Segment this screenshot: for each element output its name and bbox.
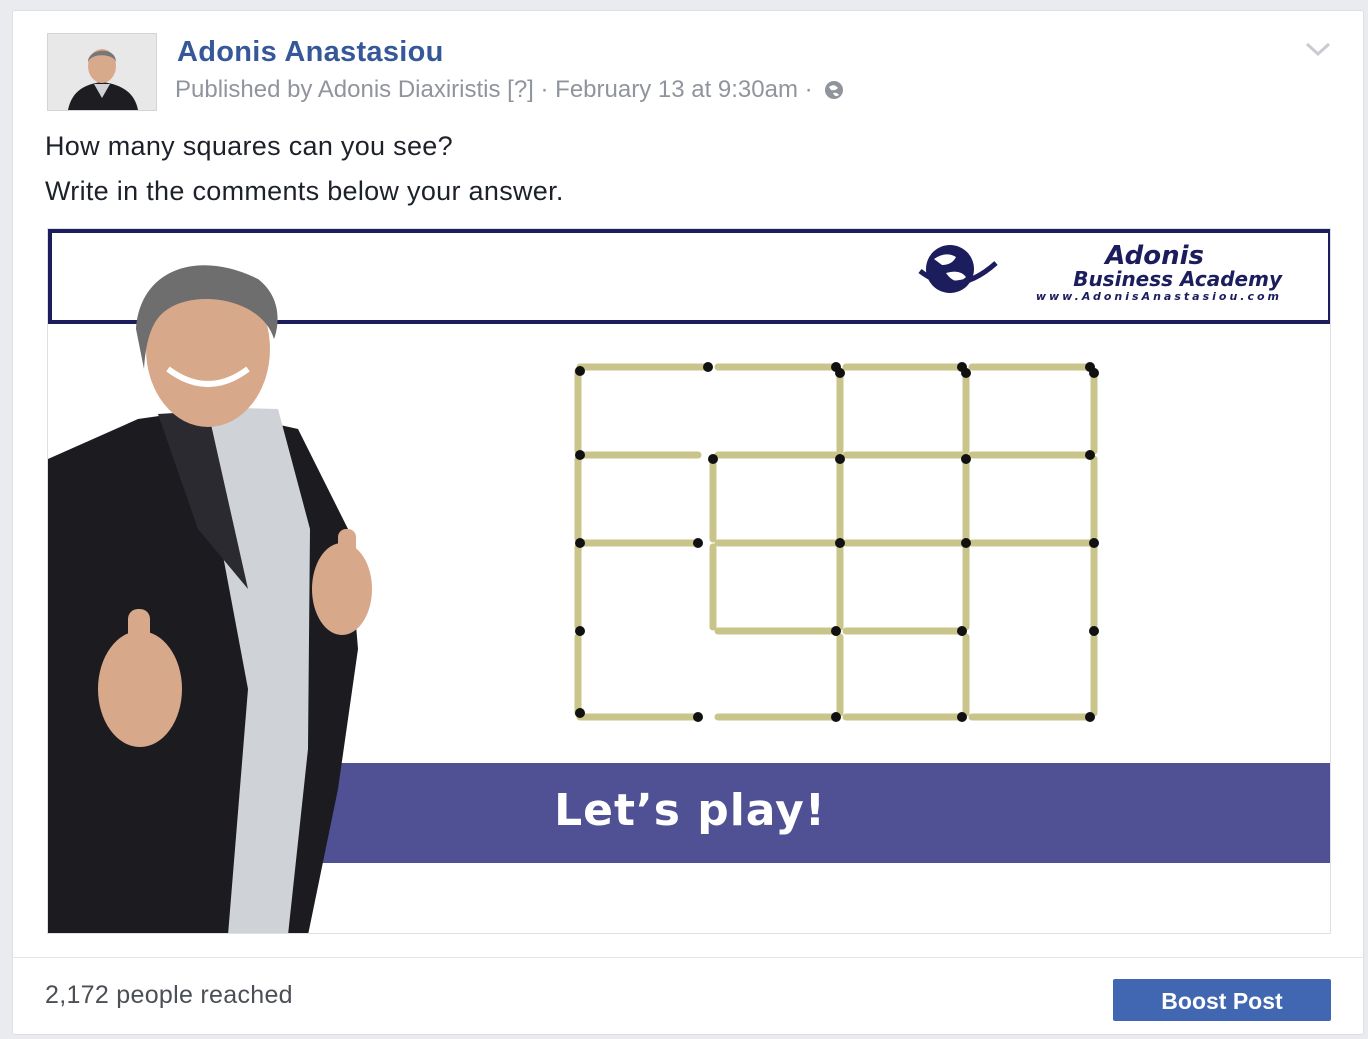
people-reached[interactable]: 2,172 people reached [45,981,293,1010]
post-meta-text[interactable]: Published by Adonis Diaxiristis [?] · Fe… [175,76,819,103]
chevron-down-icon[interactable] [1303,39,1333,64]
presenter-photo [48,229,408,933]
author-name[interactable]: Adonis Anastasiou [177,36,444,69]
globe-logo-icon [916,241,1000,302]
boost-post-button[interactable]: Boost Post [1113,979,1331,1021]
brand-logo: Adonis Business Academy www.AdonisAnasta… [1036,243,1282,305]
brand-url: www.AdonisAnastasiou.com [1035,290,1282,303]
post-image[interactable]: Adonis Business Academy www.AdonisAnasta… [47,228,1331,934]
post-text-line-1: How many squares can you see? [45,131,453,161]
post-meta: Published by Adonis Diaxiristis [?] · Fe… [175,76,845,108]
brand-subtitle: Business Academy [1073,267,1282,291]
author-avatar[interactable] [47,33,157,111]
post-card: Adonis Anastasiou Published by Adonis Di… [12,10,1364,1035]
post-text-line-2: Write in the comments below your answer. [45,176,564,206]
matchstick-puzzle [568,359,1108,744]
footer-divider [13,957,1363,958]
globe-icon [823,79,845,108]
brand-name: Adonis [1105,241,1204,271]
